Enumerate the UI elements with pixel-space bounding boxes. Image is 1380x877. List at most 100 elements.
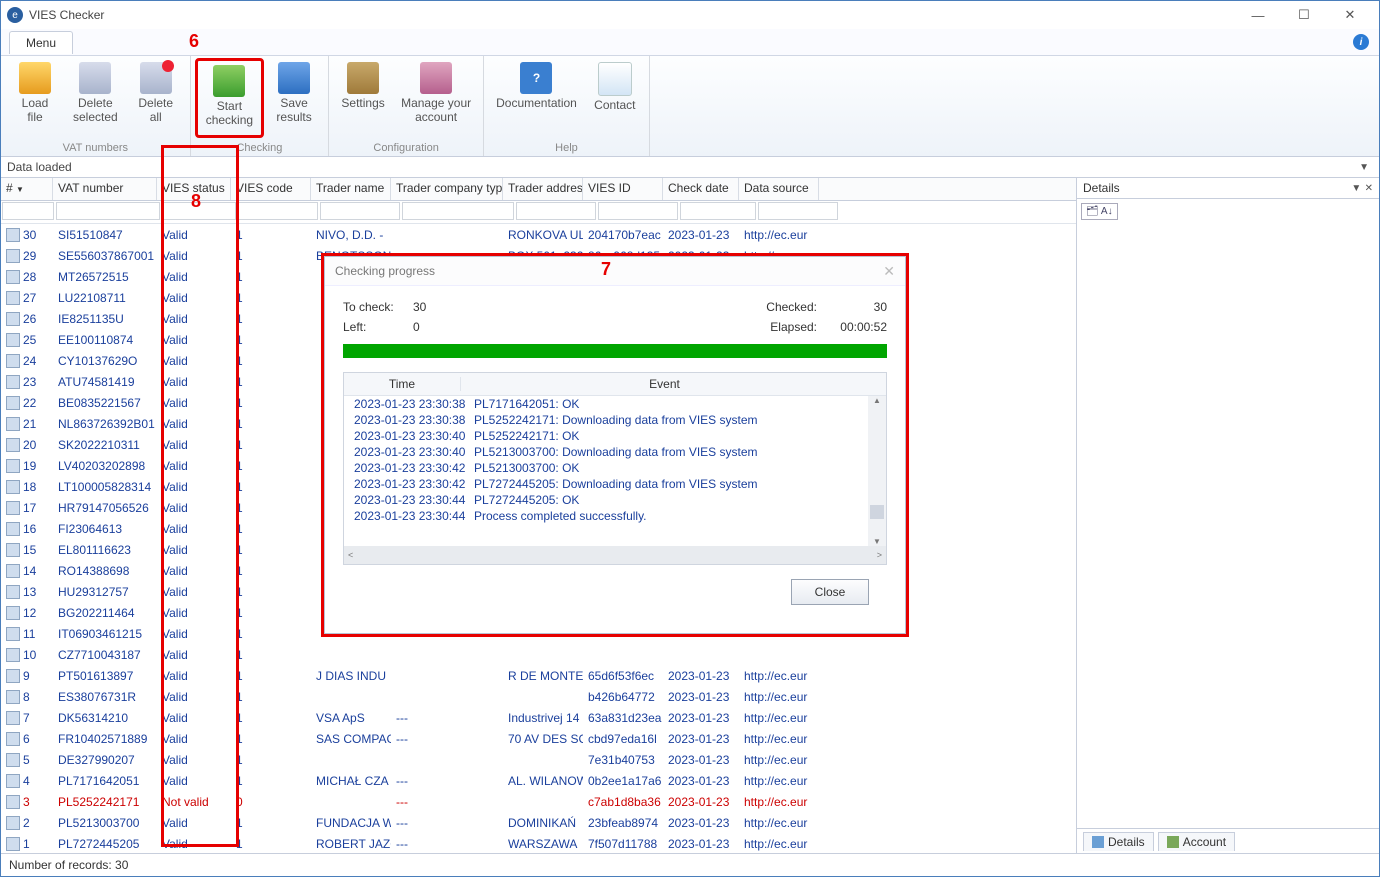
log-col-time[interactable]: Time [344,377,461,391]
table-row[interactable]: 4PL7171642051Valid1MICHAŁ CZA---AL. WILA… [1,770,1076,791]
row-icon [6,753,20,767]
table-icon [79,62,111,94]
row-icon [6,669,20,683]
filter-src[interactable] [758,202,838,220]
row-icon [6,333,20,347]
manage-account-button[interactable]: Manage your account [393,58,479,138]
row-icon [6,417,20,431]
col-vies-id[interactable]: VIES ID [583,178,663,200]
tab-details[interactable]: Details [1083,832,1154,851]
filter-dropdown-icon[interactable]: ▼ [1359,162,1369,173]
left-value: 0 [413,320,473,334]
documentation-button[interactable]: ?Documentation [488,58,585,138]
row-icon [6,543,20,557]
table-row[interactable]: 1PL7272445205Valid1ROBERT JAZG---WARSZAW… [1,833,1076,853]
status-bar: Number of records: 30 [1,853,1379,876]
row-icon [6,312,20,326]
grid-filter-row [1,201,1076,224]
close-window-button[interactable]: ✕ [1327,1,1373,29]
log-row: 2023-01-23 23:30:38PL7171642051: OK [344,396,886,412]
row-icon [6,585,20,599]
row-icon [6,774,20,788]
ribbon-group-vat-numbers: Load file Delete selected Delete all VAT… [1,56,191,156]
scroll-down-icon[interactable]: ▼ [873,537,881,546]
row-icon [6,690,20,704]
filter-addr[interactable] [516,202,596,220]
tab-account[interactable]: Account [1158,832,1235,851]
dropdown-icon[interactable]: ▼ [1351,183,1361,194]
row-icon [6,291,20,305]
row-icon [6,816,20,830]
col-vat[interactable]: VAT number [53,178,157,200]
col-trader-type[interactable]: Trader company type [391,178,503,200]
col-vies-code[interactable]: VIES code [231,178,311,200]
log-col-event[interactable]: Event [461,377,868,391]
col-data-source[interactable]: Data source [739,178,819,200]
checked-value: 30 [827,300,887,314]
log-scrollbar[interactable]: ▲ ▼ [868,396,886,546]
minimize-button[interactable]: — [1235,1,1281,29]
details-pane: Details ▼ ✕ 🗂 A↓ Details Account [1077,178,1379,853]
folder-icon [19,62,51,94]
col-trader-addr[interactable]: Trader address [503,178,583,200]
filter-vat[interactable] [56,202,160,220]
dialog-title: Checking progress [335,264,435,278]
table-row[interactable]: 2PL5213003700Valid1FUNDACJA W---DOMINIKA… [1,812,1076,833]
log-row: 2023-01-23 23:30:42PL5213003700: OK [344,460,886,476]
checked-label: Checked: [747,300,827,314]
table-row[interactable]: 30SI51510847Valid1NIVO, D.D. -RONKOVA UL… [1,224,1076,245]
log-row: 2023-01-23 23:30:40PL5252242171: OK [344,428,886,444]
filter-name[interactable] [320,202,400,220]
mail-icon [598,62,632,96]
menu-tab[interactable]: Menu [9,31,73,54]
table-row[interactable]: 6FR10402571889Valid1SAS COMPAG---70 AV D… [1,728,1076,749]
progress-dialog-highlight: Checking progress ✕ To check: 30 Checked… [321,253,909,637]
info-icon[interactable]: i [1353,34,1369,50]
annotation-7: 7 [601,259,611,280]
scroll-thumb[interactable] [870,505,884,519]
annotation-6: 6 [189,31,199,52]
table-row[interactable]: 3PL5252242171Not valid0---c7ab1d8ba36202… [1,791,1076,812]
save-results-button[interactable]: Save results [264,58,324,138]
scroll-up-icon[interactable]: ▲ [873,396,881,405]
contact-button[interactable]: Contact [585,58,645,138]
dialog-close-icon[interactable]: ✕ [883,263,895,280]
log-h-scrollbar[interactable]: <> [344,546,886,564]
maximize-button[interactable]: ☐ [1281,1,1327,29]
sort-icon: ▼ [16,185,24,194]
load-file-button[interactable]: Load file [5,58,65,138]
ribbon-group-config: Settings Manage your account Configurati… [329,56,484,156]
ribbon: Load file Delete selected Delete all VAT… [1,56,1379,157]
ribbon-group-label: Configuration [329,140,483,156]
table-row[interactable]: 8ES38076731RValid1b426b647722023-01-23ht… [1,686,1076,707]
start-checking-button[interactable]: Start checking [195,58,264,138]
pin-icon[interactable]: ✕ [1365,183,1373,194]
row-icon [6,375,20,389]
close-button[interactable]: Close [791,579,869,605]
sort-az-button[interactable]: 🗂 A↓ [1081,203,1118,220]
filter-code[interactable] [238,202,318,220]
col-trader-name[interactable]: Trader name [311,178,391,200]
filter-id[interactable] [598,202,678,220]
ribbon-group-label: Checking [191,140,328,156]
table-row[interactable]: 7DK56314210Valid1VSA ApS---Industrivej 1… [1,707,1076,728]
help-icon: ? [520,62,552,94]
col-check-date[interactable]: Check date [663,178,739,200]
filter-date[interactable] [680,202,756,220]
users-icon [420,62,452,94]
filter-type[interactable] [402,202,514,220]
ribbon-group-label: VAT numbers [1,140,190,156]
table-row[interactable]: 5DE327990207Valid17e31b407532023-01-23ht… [1,749,1076,770]
row-icon [6,564,20,578]
row-icon [6,501,20,515]
delete-selected-button[interactable]: Delete selected [65,58,126,138]
settings-button[interactable]: Settings [333,58,393,138]
row-icon [6,711,20,725]
titlebar: e VIES Checker — ☐ ✕ [1,1,1379,29]
elapsed-value: 00:00:52 [827,320,887,334]
table-row[interactable]: 10CZ7710043187Valid1 [1,644,1076,665]
filter-num[interactable] [2,202,54,220]
delete-all-button[interactable]: Delete all [126,58,186,138]
col-num[interactable]: # ▼ [1,178,53,200]
table-row[interactable]: 9PT501613897Valid1J DIAS INDUR DE MONTE6… [1,665,1076,686]
